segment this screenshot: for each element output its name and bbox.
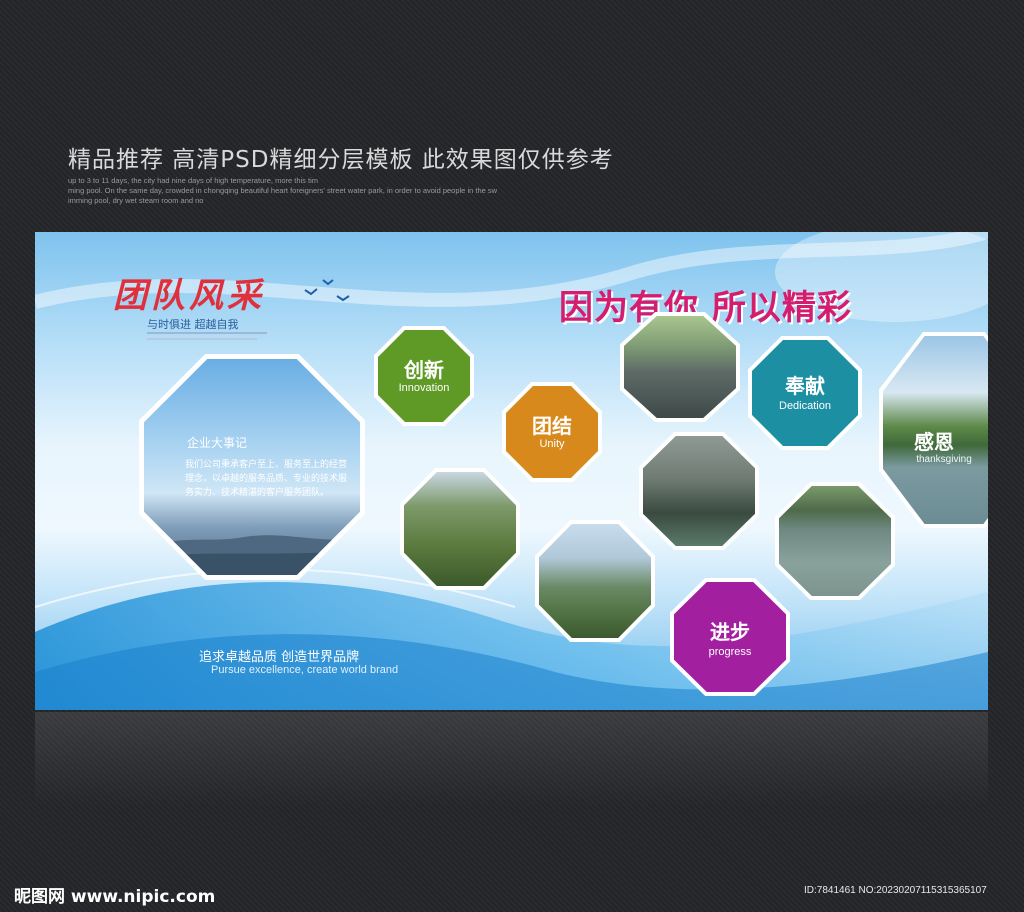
photo-dragon-sculpture: [400, 468, 520, 590]
subtitle-rule: [147, 332, 267, 334]
board-reflection: [35, 712, 988, 807]
team-subtitle: 与时俱进 超越自我: [147, 318, 239, 331]
photo-mountain-valley: [535, 520, 655, 642]
photo-lake-water: [775, 482, 895, 600]
team-style-title: 团队风采: [113, 276, 265, 316]
badge-unity-en: Unity: [539, 438, 565, 450]
header-filler-line-1: up to 3 to 11 days, the city had nine da…: [68, 176, 318, 185]
badge-progress-en: progress: [708, 646, 752, 658]
badge-innovation: 创新 Innovation: [374, 326, 474, 426]
badge-progress-cn: 进步: [710, 620, 750, 644]
header-filler-line-2: ming pool. On the same day, crowded in c…: [68, 186, 498, 195]
subtitle-rule-2: [147, 338, 257, 340]
image-id-text: ID:7841461 NO:20230207115315365107: [804, 885, 987, 896]
tagline-en: Pursue excellence, create world brand: [211, 664, 399, 676]
photo-rock-cave: [639, 432, 759, 550]
badge-unity: 团结 Unity: [502, 382, 602, 482]
photo-lake-dock: [620, 312, 740, 422]
team-display-board: 团队风采 与时俱进 超越自我 因为有你 所以精彩 企业大事记 我们公司秉承客户至…: [35, 232, 988, 710]
intro-title: 企业大事记: [187, 436, 248, 450]
badge-unity-cn: 团结: [532, 414, 572, 438]
intro-text: 我们公司秉承客户至上、服务至上的经营理念，以卓越的服务品质、专业的技术服务实力、…: [185, 460, 348, 498]
birds-icon: [304, 279, 350, 302]
badge-innovation-en: Innovation: [398, 382, 450, 394]
tagline-cn: 追求卓越品质 创造世界品牌: [199, 650, 360, 665]
badge-dedication-cn: 奉献: [785, 374, 825, 398]
site-watermark-logo: 昵图网 www.nipic.com: [14, 887, 216, 907]
header-filler-line-3: imming pool, dry wet steam room and no: [68, 196, 204, 205]
badge-innovation-cn: 创新: [404, 358, 444, 382]
badge-dedication-en: Dedication: [779, 400, 831, 412]
badge-thanksgiving-en: thanksgiving: [916, 454, 972, 465]
badge-thanksgiving-cn: 感恩: [914, 430, 954, 454]
badge-progress: 进步 progress: [670, 578, 790, 696]
badge-dedication: 奉献 Dedication: [748, 336, 862, 450]
preview-header-title: 精品推荐 高清PSD精细分层模板 此效果图仅供参考: [68, 147, 614, 173]
